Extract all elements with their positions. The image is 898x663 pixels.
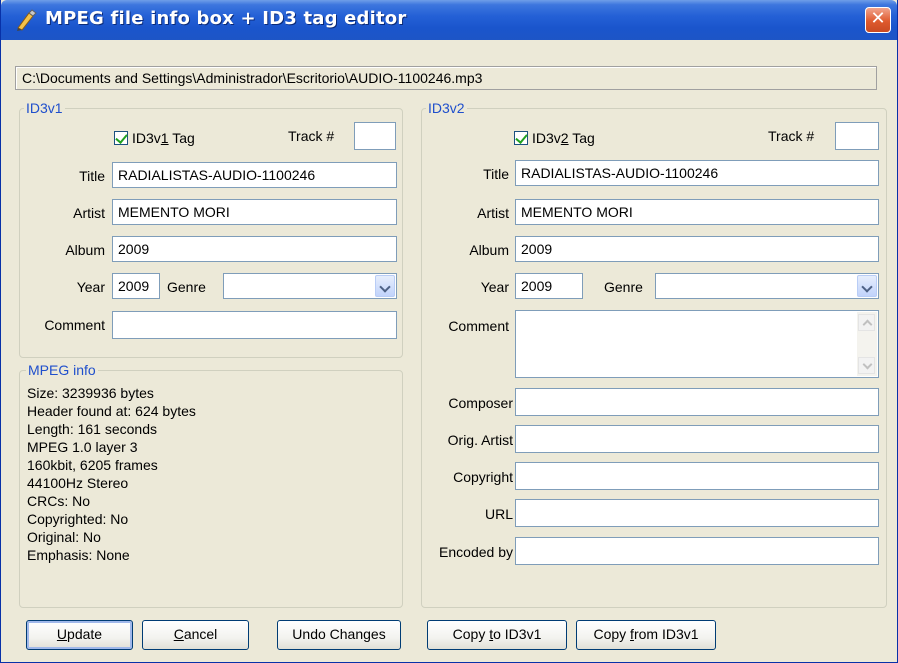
id3v1-comment-input[interactable] [112, 311, 397, 339]
id3v1-album-input[interactable]: 2009 [112, 236, 397, 262]
mpeg-info-line: 44100Hz Stereo [27, 475, 129, 491]
id3v2-title-label: Title [483, 166, 509, 182]
id3v2-album-input[interactable]: 2009 [515, 236, 879, 262]
id3v1-tag-checkbox[interactable]: ID3v1 Tag [114, 130, 195, 146]
checkbox-check-icon [114, 131, 128, 145]
id3v2-year-label: Year [480, 279, 509, 295]
id3v1-album-label: Album [65, 242, 105, 258]
title-bar[interactable]: MPEG file info box + ID3 tag editor ✕ [1, 0, 897, 40]
scroll-up-arrow-icon[interactable] [858, 314, 875, 331]
mpeg-info-legend: MPEG info [28, 362, 96, 378]
mpeg-info-text: Size: 3239936 bytes Header found at: 624… [27, 384, 196, 564]
mpeg-info-line: Header found at: 624 bytes [27, 403, 196, 419]
mpeg-info-line: 160kbit, 6205 frames [27, 457, 158, 473]
mpeg-info-line: Size: 3239936 bytes [27, 385, 154, 401]
id3v2-encoded-by-label: Encoded by [439, 544, 513, 560]
id3v2-orig-artist-input[interactable] [515, 425, 879, 453]
id3v1-year-input[interactable]: 2009 [112, 273, 160, 299]
id3v1-year-label: Year [76, 279, 105, 295]
id3v1-genre-label: Genre [167, 279, 206, 295]
id3v1-tag-label: ID3v1 Tag [132, 130, 195, 146]
comment-scrollbar[interactable] [857, 312, 877, 376]
id3v2-year-input[interactable]: 2009 [515, 273, 583, 299]
mpeg-info-line: Original: No [27, 529, 101, 545]
id3v2-track-input[interactable] [835, 122, 879, 150]
cancel-button[interactable]: Cancel [142, 620, 249, 650]
undo-changes-button[interactable]: Undo Changes [277, 620, 401, 650]
id3v2-comment-textarea[interactable] [515, 310, 879, 378]
chevron-down-icon[interactable] [375, 275, 395, 297]
dialog-window: MPEG file info box + ID3 tag editor ✕ C:… [0, 0, 898, 663]
id3v2-comment-label: Comment [448, 318, 509, 334]
close-button[interactable]: ✕ [865, 7, 891, 33]
id3v2-composer-input[interactable] [515, 388, 879, 416]
id3v2-genre-label: Genre [604, 279, 643, 295]
id3v2-legend: ID3v2 [428, 100, 465, 116]
id3v1-comment-label: Comment [44, 317, 105, 333]
id3v2-album-label: Album [469, 242, 509, 258]
id3v1-legend: ID3v1 [26, 100, 63, 116]
id3v2-encoded-by-input[interactable] [515, 537, 879, 565]
mpeg-info-line: MPEG 1.0 layer 3 [27, 439, 138, 455]
id3v2-copyright-label: Copyright [453, 469, 513, 485]
chevron-down-icon[interactable] [857, 275, 877, 297]
mpeg-info-line: Emphasis: None [27, 547, 130, 563]
id3v2-tag-checkbox[interactable]: ID3v2 Tag [514, 130, 595, 146]
checkbox-check-icon [514, 131, 528, 145]
id3v1-artist-label: Artist [73, 205, 105, 221]
id3v2-tag-label: ID3v2 Tag [532, 130, 595, 146]
id3v2-copyright-input[interactable] [515, 462, 879, 490]
copy-from-id3v1-button[interactable]: Copy from ID3v1 [576, 620, 716, 650]
id3v1-title-label: Title [79, 168, 105, 184]
id3v2-artist-input[interactable]: MEMENTO MORI [515, 199, 879, 225]
id3v2-url-label: URL [484, 506, 513, 522]
id3v1-track-input[interactable] [354, 122, 396, 150]
id3v2-url-input[interactable] [515, 499, 879, 527]
copy-to-id3v1-button[interactable]: Copy to ID3v1 [427, 620, 567, 650]
id3v2-track-label: Track # [768, 128, 815, 144]
id3v1-track-label: Track # [288, 128, 335, 144]
id3v2-orig-artist-label: Orig. Artist [447, 432, 513, 448]
id3v1-genre-select[interactable] [223, 273, 397, 299]
id3v2-composer-label: Composer [448, 395, 513, 411]
update-button[interactable]: Update [26, 620, 133, 650]
mpeg-info-line: Copyrighted: No [27, 511, 129, 527]
id3v1-title-input[interactable]: RADIALISTAS-AUDIO-1100246 [112, 162, 397, 188]
id3v2-genre-select[interactable] [655, 273, 879, 299]
scroll-down-arrow-icon[interactable] [858, 357, 875, 374]
app-icon [17, 9, 37, 31]
window-title: MPEG file info box + ID3 tag editor [45, 8, 407, 29]
mpeg-info-line: Length: 161 seconds [27, 421, 157, 437]
mpeg-info-line: CRCs: No [27, 493, 91, 509]
id3v2-title-input[interactable]: RADIALISTAS-AUDIO-1100246 [515, 160, 879, 186]
id3v1-artist-input[interactable]: MEMENTO MORI [112, 199, 397, 225]
file-path-field[interactable]: C:\Documents and Settings\Administrador\… [15, 66, 877, 90]
id3v2-artist-label: Artist [477, 205, 509, 221]
